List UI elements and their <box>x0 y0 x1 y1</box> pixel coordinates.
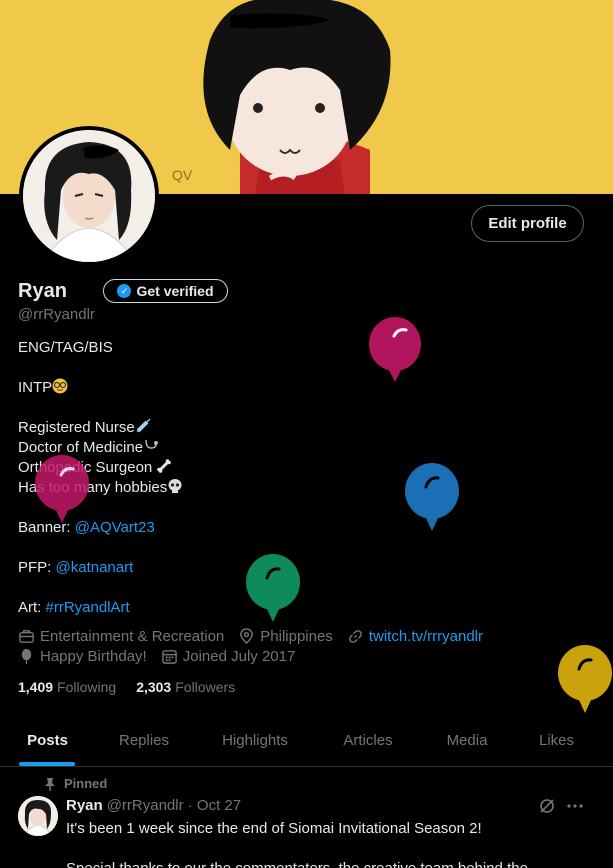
bio-line: ENG/TAG/BIS <box>18 339 113 356</box>
more-icon[interactable] <box>566 797 584 815</box>
pfp-credit-link[interactable]: @katnanart <box>56 559 134 576</box>
balloon-icon <box>21 648 32 665</box>
pinned-indicator: Pinned <box>44 776 107 791</box>
location-icon <box>240 628 254 645</box>
post-handle-date[interactable]: @rrRyandlr · Oct 27 <box>107 797 241 814</box>
profile-handle: @rrRyandlr <box>18 306 95 323</box>
website-item[interactable]: twitch.tv/rrryandlr <box>347 628 483 645</box>
website-link[interactable]: twitch.tv/rrryandlr <box>369 628 483 645</box>
tab-articles[interactable]: Articles <box>317 714 419 767</box>
post-author-name[interactable]: Ryan <box>66 797 103 814</box>
banner-artwork: QV <box>172 0 391 194</box>
birthday-balloon <box>405 463 459 531</box>
bio-line: PFP: @katnanart <box>18 559 134 576</box>
bio-line: INTP <box>18 378 418 398</box>
followers-link[interactable]: 2,303 Followers <box>136 679 235 695</box>
birthday-balloon <box>246 554 300 622</box>
birthday-item: Happy Birthday! <box>18 648 147 665</box>
skull-emoji-icon <box>168 479 182 493</box>
stethoscope-emoji-icon <box>145 439 159 449</box>
post-header: Ryan @rrRyandlr · Oct 27 <box>66 797 241 814</box>
location-item: Philippines <box>238 628 333 645</box>
get-verified-button[interactable]: ✓ Get verified <box>103 279 228 303</box>
joined-item: Joined July 2017 <box>161 648 295 665</box>
verified-icon: ✓ <box>117 284 132 298</box>
tab-replies[interactable]: Replies <box>95 714 193 767</box>
grok-icon[interactable] <box>538 797 556 815</box>
post-author-avatar[interactable] <box>18 796 58 836</box>
avatar-image <box>18 796 58 836</box>
link-icon <box>348 630 362 643</box>
post-actions <box>538 797 584 815</box>
avatar-image <box>23 130 155 262</box>
bio-line: Art: #rrRyandlArt <box>18 599 130 616</box>
art-hashtag-link[interactable]: #rrRyandlArt <box>46 599 130 616</box>
birthday-balloon <box>35 455 89 523</box>
bio-line: Registered Nurse <box>18 418 418 438</box>
follow-stats: 1,409 Following 2,303 Followers <box>18 679 235 695</box>
profile-name: Ryan <box>18 280 67 302</box>
birthday-balloon <box>369 317 421 382</box>
syringe-emoji-icon <box>136 418 151 433</box>
category-item: Entertainment & Recreation <box>18 628 224 645</box>
post-text: It's been 1 week since the end of Siomai… <box>66 820 482 837</box>
active-tab-indicator <box>19 762 75 766</box>
get-verified-label: Get verified <box>136 283 214 299</box>
tab-highlights[interactable]: Highlights <box>193 714 317 767</box>
tab-media[interactable]: Media <box>419 714 515 767</box>
pin-icon <box>45 777 55 791</box>
nerd-face-emoji-icon <box>52 378 68 394</box>
tab-posts[interactable]: Posts <box>0 714 95 767</box>
tab-likes[interactable]: Likes <box>515 714 598 767</box>
calendar-icon <box>161 650 177 664</box>
post-text-continued: Special thanks to our the commentators, … <box>66 859 606 868</box>
birthday-balloon <box>558 645 612 713</box>
following-link[interactable]: 1,409 Following <box>18 679 116 695</box>
svg-text:QV: QV <box>172 167 193 183</box>
edit-profile-button[interactable]: Edit profile <box>471 205 584 242</box>
profile-meta-row: Entertainment & Recreation Philippines t… <box>18 628 483 645</box>
bone-emoji-icon <box>157 459 172 473</box>
briefcase-icon <box>19 630 34 643</box>
profile-meta-row: Happy Birthday! Joined July 2017 <box>18 648 295 665</box>
profile-tabs: Posts Replies Highlights Articles Media … <box>0 714 613 767</box>
profile-avatar[interactable] <box>19 126 159 266</box>
